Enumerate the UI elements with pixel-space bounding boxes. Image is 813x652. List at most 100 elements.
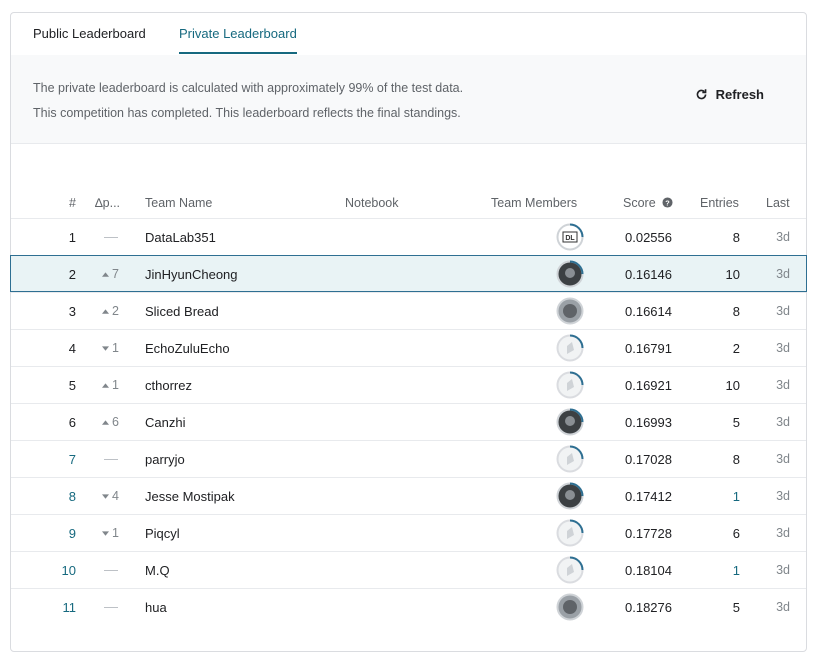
team-name[interactable]: Canzhi [145,415,185,430]
info-banner: The private leaderboard is calculated wi… [11,55,806,144]
rank-change-value: 1 [112,378,119,392]
table-row[interactable]: 10 M.Q 0.18104 1 3d [11,551,806,588]
rank-change: 4 [102,489,136,503]
rank-change: 1 [102,378,136,392]
rank-change-value: 1 [112,526,119,540]
team-name[interactable]: M.Q [145,563,170,578]
col-notebook[interactable]: Notebook [345,196,399,210]
team-name[interactable]: cthorrez [145,378,192,393]
svg-text:?: ? [665,198,670,207]
table-row[interactable]: 1 DataLab351 DL 0.02556 8 3d [11,218,806,255]
table-row[interactable]: 9 1 Piqcyl 0.17728 6 3d [11,514,806,551]
rank: 8 [68,489,76,504]
col-entries[interactable]: Entries [700,196,739,210]
team-name[interactable]: hua [145,600,167,615]
arrow-down-icon [102,531,109,536]
rank-change [102,563,136,577]
rank-change-value: 6 [112,415,119,429]
col-last[interactable]: Last [766,196,790,210]
score: 0.17412 [625,489,672,504]
score: 0.18104 [625,563,672,578]
table-row[interactable]: 7 parryjo 0.17028 8 3d [11,440,806,477]
leaderboard-panel: Public Leaderboard Private Leaderboard T… [10,12,807,652]
col-score[interactable]: Score ? [623,196,673,210]
team-member-avatar[interactable] [556,408,584,436]
team-member-avatar[interactable]: DL [556,223,584,251]
arrow-up-icon [102,383,109,388]
score: 0.16614 [625,304,672,319]
entries: 8 [732,304,740,319]
last-submission: 3d [776,230,790,244]
no-change-dash [104,570,118,572]
col-delta[interactable]: ∆p... [95,196,120,210]
table-row[interactable]: 8 4 Jesse Mostipak 0.17412 1 3d [11,477,806,514]
entries: 5 [732,415,740,430]
last-submission: 3d [776,489,790,503]
arrow-down-icon [102,494,109,499]
arrow-up-icon [102,272,109,277]
score: 0.18276 [625,600,672,615]
info-line-1: The private leaderboard is calculated wi… [33,81,464,95]
rank: 5 [68,378,76,393]
entries: 1 [732,563,740,578]
last-submission: 3d [776,526,790,540]
col-team-name[interactable]: Team Name [145,196,212,210]
rank-change-value: 1 [112,341,119,355]
col-rank[interactable]: # [69,196,76,210]
team-member-avatar[interactable] [556,556,584,584]
tab-private-leaderboard[interactable]: Private Leaderboard [179,26,297,54]
score: 0.16993 [625,415,672,430]
score: 0.16921 [625,378,672,393]
rank-change-value: 2 [112,304,119,318]
tab-public-leaderboard[interactable]: Public Leaderboard [33,26,146,52]
rank-change: 2 [102,304,136,318]
team-member-avatar[interactable] [556,593,584,621]
team-member-avatar[interactable] [556,260,584,288]
rank: 6 [68,415,76,430]
team-name[interactable]: JinHyunCheong [145,267,238,282]
team-name[interactable]: Sliced Bread [145,304,219,319]
score: 0.16146 [625,267,672,282]
no-change-dash [104,459,118,461]
last-submission: 3d [776,304,790,318]
refresh-label: Refresh [715,87,764,102]
team-member-avatar[interactable] [556,519,584,547]
refresh-icon [696,89,706,100]
team-name[interactable]: DataLab351 [145,230,216,245]
table-row[interactable]: 5 1 cthorrez 0.16921 10 3d [11,366,806,403]
team-member-avatar[interactable] [556,297,584,325]
table-row[interactable]: 3 2 Sliced Bread 0.16614 8 3d [11,292,806,329]
team-member-avatar[interactable] [556,334,584,362]
entries: 1 [732,489,740,504]
refresh-button[interactable]: Refresh [695,87,764,102]
no-change-dash [104,237,118,239]
col-score-label: Score [623,196,656,210]
rank: 2 [68,267,76,282]
rank-change-value: 7 [112,267,119,281]
rank: 10 [61,563,76,578]
help-icon[interactable]: ? [662,197,673,208]
table-header: # ∆p... Team Name Notebook Team Members … [11,194,806,218]
rank: 4 [68,341,76,356]
team-member-avatar[interactable] [556,371,584,399]
team-member-avatar[interactable] [556,482,584,510]
team-name[interactable]: Jesse Mostipak [145,489,235,504]
svg-text:DL: DL [565,235,575,242]
score: 0.17028 [625,452,672,467]
team-member-avatar[interactable] [556,445,584,473]
table-row[interactable]: 6 6 Canzhi 0.16993 5 3d [11,403,806,440]
table-row[interactable]: 2 7 JinHyunCheong 0.16146 10 3d [10,255,807,292]
leaderboard-tabs: Public Leaderboard Private Leaderboard [11,13,806,56]
table-row[interactable]: 4 1 EchoZuluEcho 0.16791 2 3d [11,329,806,366]
last-submission: 3d [776,600,790,614]
team-name[interactable]: EchoZuluEcho [145,341,230,356]
col-team-members[interactable]: Team Members [491,196,577,210]
entries: 2 [732,341,740,356]
team-name[interactable]: Piqcyl [145,526,180,541]
table-row[interactable]: 11 hua 0.18276 5 3d [11,588,806,625]
team-name[interactable]: parryjo [145,452,185,467]
arrow-up-icon [102,420,109,425]
entries: 6 [732,526,740,541]
rank-change: 6 [102,415,136,429]
last-submission: 3d [776,415,790,429]
